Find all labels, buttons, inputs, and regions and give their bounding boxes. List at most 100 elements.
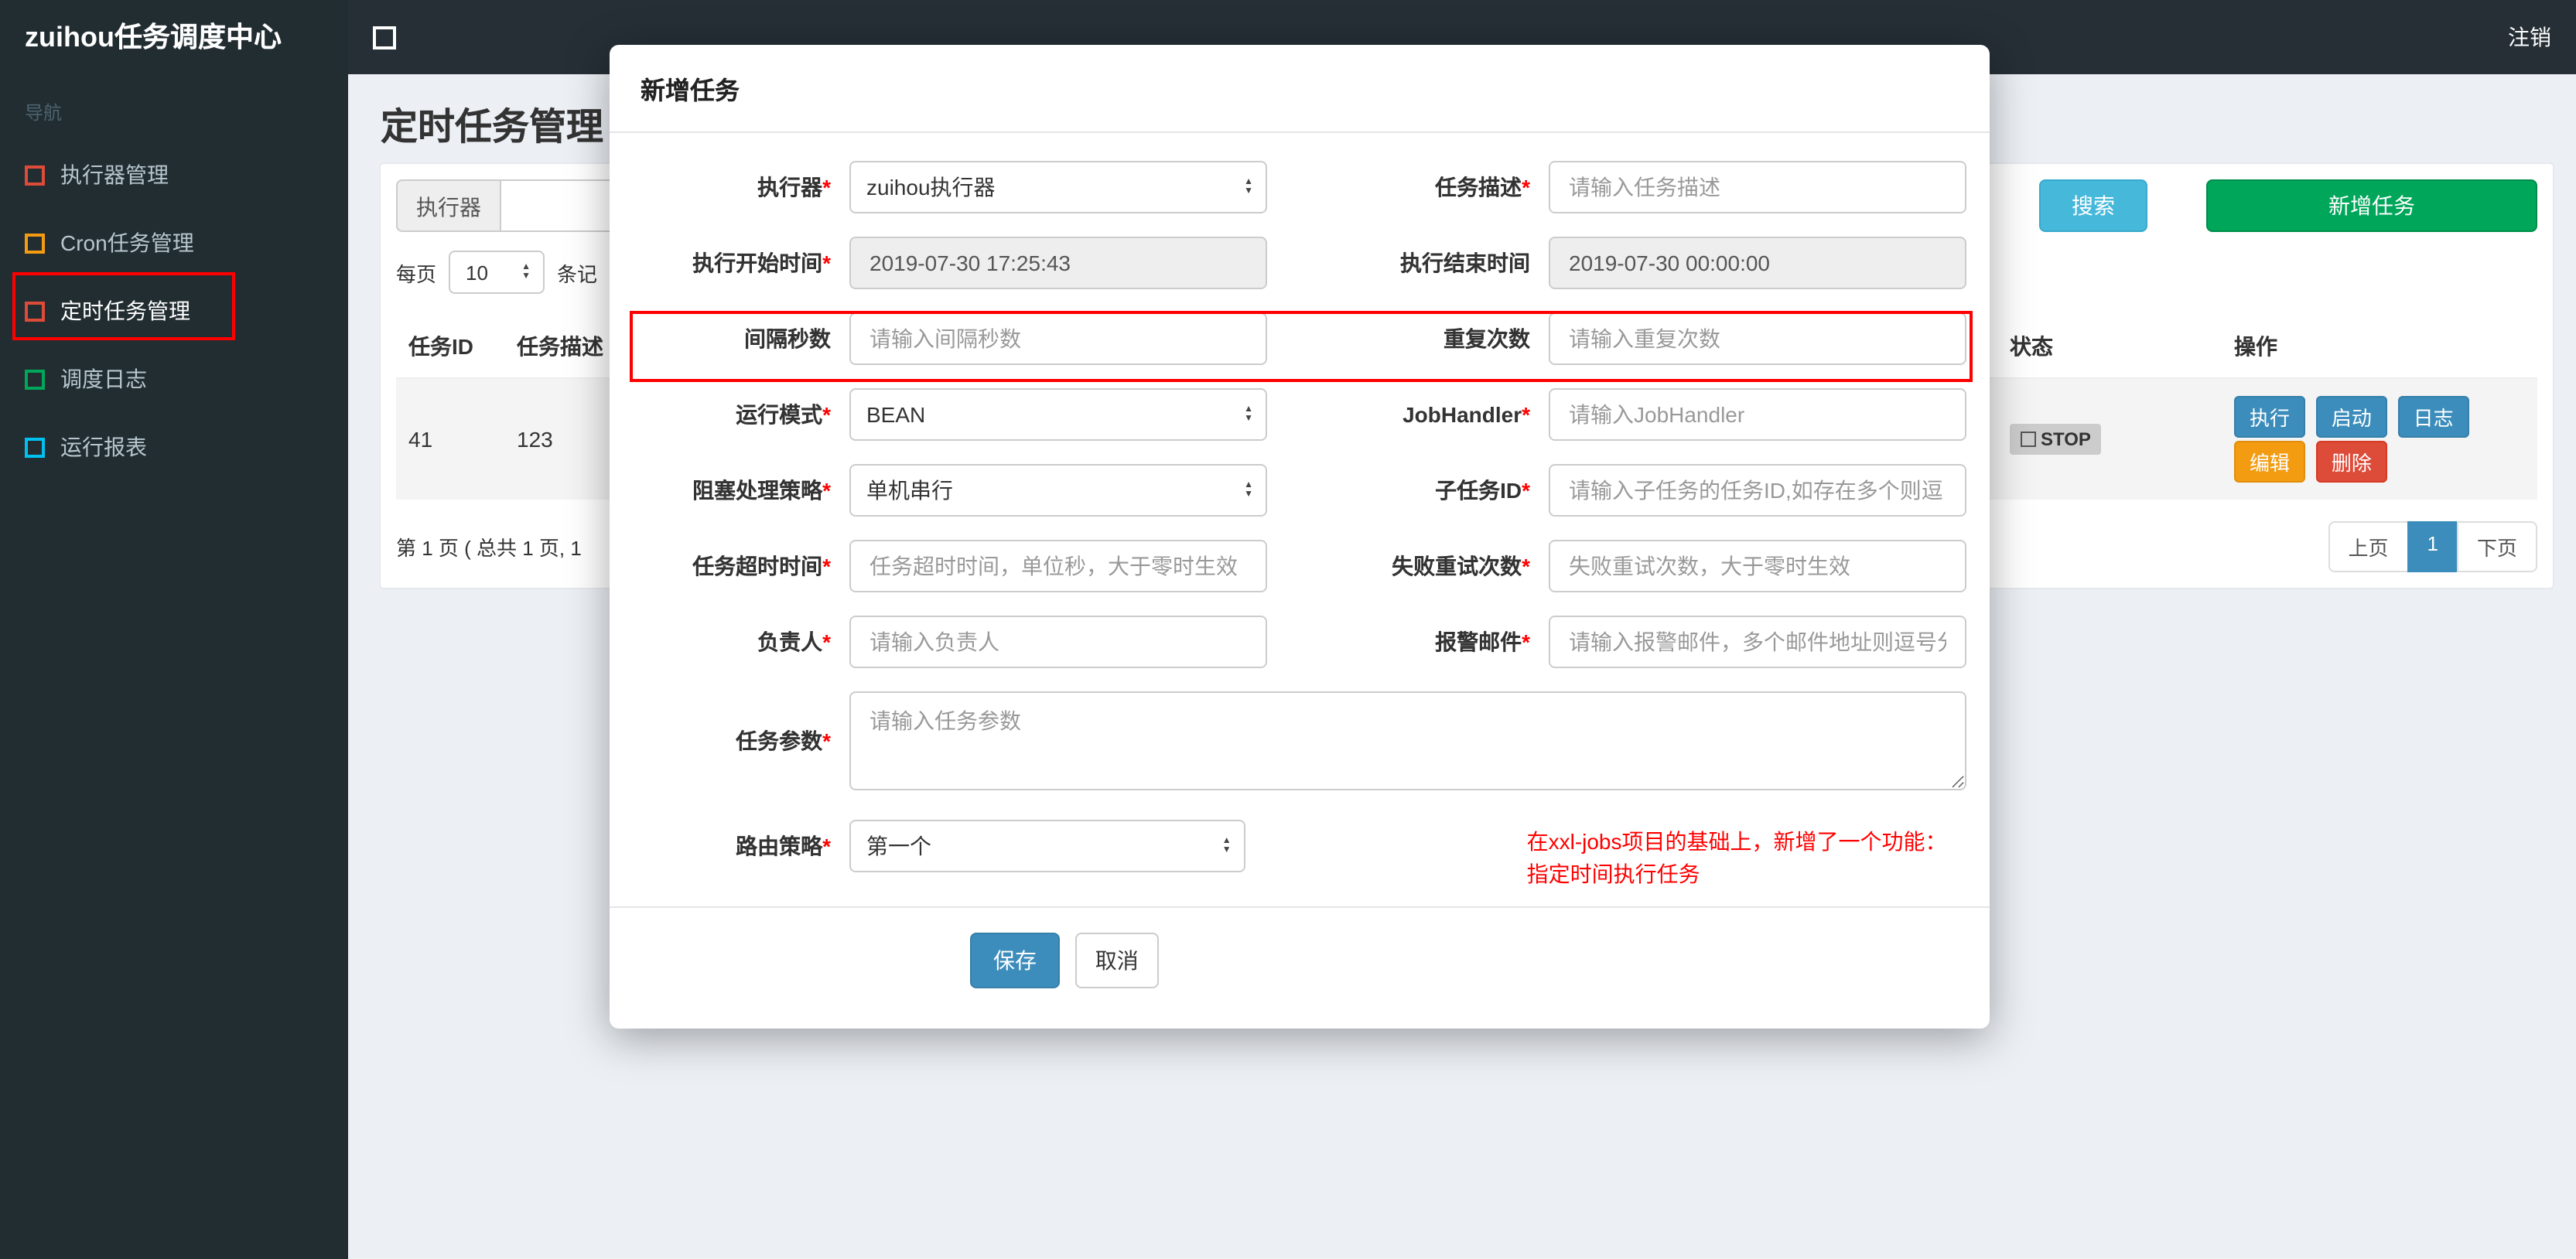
child-task-label: 子任务ID* (1435, 478, 1530, 503)
sidebar-item-label: 运行报表 (60, 435, 147, 459)
modal-body: 执行器* zuihou执行器 ▲▼ 任务描述* 执行开始时间* 执行结束时间 间… (610, 133, 1990, 886)
retry-label: 失败重试次数* (1392, 554, 1530, 578)
edit-button[interactable]: 编辑 (2234, 441, 2306, 483)
page-1-button[interactable]: 1 (2407, 521, 2458, 572)
route-strategy-select-wrap: 第一个 ▲ ▼ (849, 820, 1245, 872)
sidebar-item-timed-task[interactable]: 定时任务管理 (0, 277, 348, 345)
executor-filter-label: 执行器 (396, 179, 500, 232)
task-desc-input[interactable] (1549, 161, 1966, 213)
feature-note: 在xxl-jobs项目的基础上，新增了一个功能： 指定时间执行任务 (1527, 826, 1966, 891)
route-strategy-label: 路由策略* (736, 834, 831, 858)
modal-title: 新增任务 (610, 45, 1990, 133)
modal-footer: 保存 取消 (610, 906, 1990, 1029)
delete-button[interactable]: 删除 (2315, 441, 2387, 483)
start-button[interactable]: 启动 (2315, 396, 2387, 438)
executor-label: 执行器* (757, 175, 831, 200)
app-root: zuihou任务调度中心 注销 导航 执行器管理 Cron任务管理 定时任务管理… (0, 0, 2576, 1259)
log-button[interactable]: 日志 (2397, 396, 2469, 438)
per-page-label: 每页 (396, 262, 437, 285)
alarm-email-label: 报警邮件* (1435, 630, 1530, 654)
form-row-interval-repeat: 间隔秒数 重复次数 (633, 312, 1966, 365)
add-task-button[interactable]: 新增任务 (2206, 179, 2537, 232)
cell-status: STOP (1997, 378, 2222, 500)
sidebar-item-run-report[interactable]: 运行报表 (0, 413, 348, 481)
retry-input[interactable] (1549, 540, 1966, 592)
col-header-task-id: 任务ID (396, 316, 504, 379)
add-task-modal: 新增任务 执行器* zuihou执行器 ▲▼ 任务描述* 执行开始时间* 执行结… (610, 45, 1990, 1029)
form-row-params: 任务参数* (633, 691, 1966, 790)
end-time-input[interactable] (1549, 237, 1966, 289)
alarm-email-input[interactable] (1549, 616, 1966, 668)
form-row-route: 路由策略* 第一个 ▲ ▼ 在xxl-jobs项目的基础上，新增了一个功能： 指定… (633, 814, 1966, 886)
task-params-textarea[interactable] (849, 691, 1966, 790)
task-desc-label: 任务描述* (1435, 175, 1530, 200)
sidebar-item-label: 执行器管理 (60, 162, 169, 187)
jobhandler-input[interactable] (1549, 388, 1966, 441)
sidebar-item-label: 定时任务管理 (60, 299, 190, 323)
task-params-label: 任务参数* (736, 728, 831, 753)
square-icon (25, 301, 45, 321)
sidebar-header: 导航 (25, 102, 63, 124)
executor-select[interactable]: zuihou执行器 (849, 161, 1267, 213)
block-strategy-select[interactable]: 单机串行 (849, 464, 1267, 517)
cancel-button[interactable]: 取消 (1074, 933, 1159, 988)
feature-note-line1: 在xxl-jobs项目的基础上，新增了一个功能： (1526, 829, 1947, 854)
col-header-status: 状态 (1997, 316, 2222, 379)
square-icon (25, 165, 45, 185)
per-page-select-wrap: 10 ▲ ▼ (449, 251, 545, 294)
run-mode-label: 运行模式* (736, 402, 831, 427)
run-mode-select-wrap: BEAN ▲ ▼ (849, 388, 1267, 441)
repeat-label: 重复次数 (1443, 326, 1530, 351)
pagination: 上页 1 下页 (2328, 521, 2537, 572)
child-task-input[interactable] (1549, 464, 1966, 517)
prev-page-button[interactable]: 上页 (2328, 521, 2409, 572)
sidebar-toggle[interactable] (373, 0, 396, 74)
sidebar-item-schedule-log[interactable]: 调度日志 (0, 345, 348, 413)
brand-title[interactable]: zuihou任务调度中心 (0, 0, 348, 74)
block-strategy-label: 阻塞处理策略* (692, 478, 831, 503)
form-row-owner-email: 负责人* 报警邮件* (633, 616, 1966, 668)
feature-note-line2: 指定时间执行任务 (1526, 862, 1700, 886)
sidebar-item-cron-task[interactable]: Cron任务管理 (0, 209, 348, 277)
route-strategy-select[interactable]: 第一个 (849, 820, 1245, 872)
sidebar-item-label: Cron任务管理 (60, 230, 194, 255)
save-button[interactable]: 保存 (970, 933, 1060, 988)
repeat-input[interactable] (1549, 312, 1966, 365)
form-row-start-end-time: 执行开始时间* 执行结束时间 (633, 237, 1966, 289)
executor-select-wrap: zuihou执行器 ▲ ▼ (849, 161, 1267, 213)
square-icon (25, 369, 45, 389)
interval-label: 间隔秒数 (744, 326, 831, 351)
form-row-executor-desc: 执行器* zuihou执行器 ▲ ▼ 任务描述* (633, 161, 1966, 213)
execute-button[interactable]: 执行 (2234, 396, 2306, 438)
end-time-label: 执行结束时间 (1400, 251, 1530, 275)
timeout-input[interactable] (849, 540, 1267, 592)
next-page-button[interactable]: 下页 (2456, 521, 2537, 572)
square-icon (25, 437, 45, 457)
owner-input[interactable] (849, 616, 1267, 668)
per-page-suffix: 条记 (557, 262, 598, 285)
sidebar-item-executor-manage[interactable]: 执行器管理 (0, 141, 348, 209)
status-badge: STOP (2010, 424, 2102, 455)
col-header-actions: 操作 (2222, 316, 2537, 379)
owner-label: 负责人* (757, 630, 831, 654)
search-button[interactable]: 搜索 (2039, 179, 2147, 232)
block-strategy-select-wrap: 单机串行 ▲ ▼ (849, 464, 1267, 517)
square-icon (25, 233, 45, 253)
interval-input[interactable] (849, 312, 1267, 365)
logout-link[interactable]: 注销 (2508, 0, 2551, 74)
form-row-mode-handler: 运行模式* BEAN ▲ ▼ JobHandler* (633, 388, 1966, 441)
form-row-timeout-retry: 任务超时时间* 失败重试次数* (633, 540, 1966, 592)
jobhandler-label: JobHandler* (1402, 402, 1530, 427)
timeout-label: 任务超时时间* (692, 554, 831, 578)
per-page-select[interactable]: 10 (449, 251, 545, 294)
run-mode-select[interactable]: BEAN (849, 388, 1267, 441)
filter-buttons: 搜索 新增任务 (2039, 179, 2537, 232)
start-time-label: 执行开始时间* (692, 251, 831, 275)
pagination-summary: 第 1 页 ( 总共 1 页, 1 (396, 537, 582, 560)
form-row-block-child: 阻塞处理策略* 单机串行 ▲ ▼ 子任务ID* (633, 464, 1966, 517)
square-icon (2021, 432, 2036, 447)
toggle-square-icon (373, 26, 396, 49)
sidebar: 导航 执行器管理 Cron任务管理 定时任务管理 调度日志 运行报表 (0, 74, 348, 1259)
cell-actions: 执行 启动 日志 编辑 删除 (2222, 378, 2537, 500)
start-time-input[interactable] (849, 237, 1267, 289)
